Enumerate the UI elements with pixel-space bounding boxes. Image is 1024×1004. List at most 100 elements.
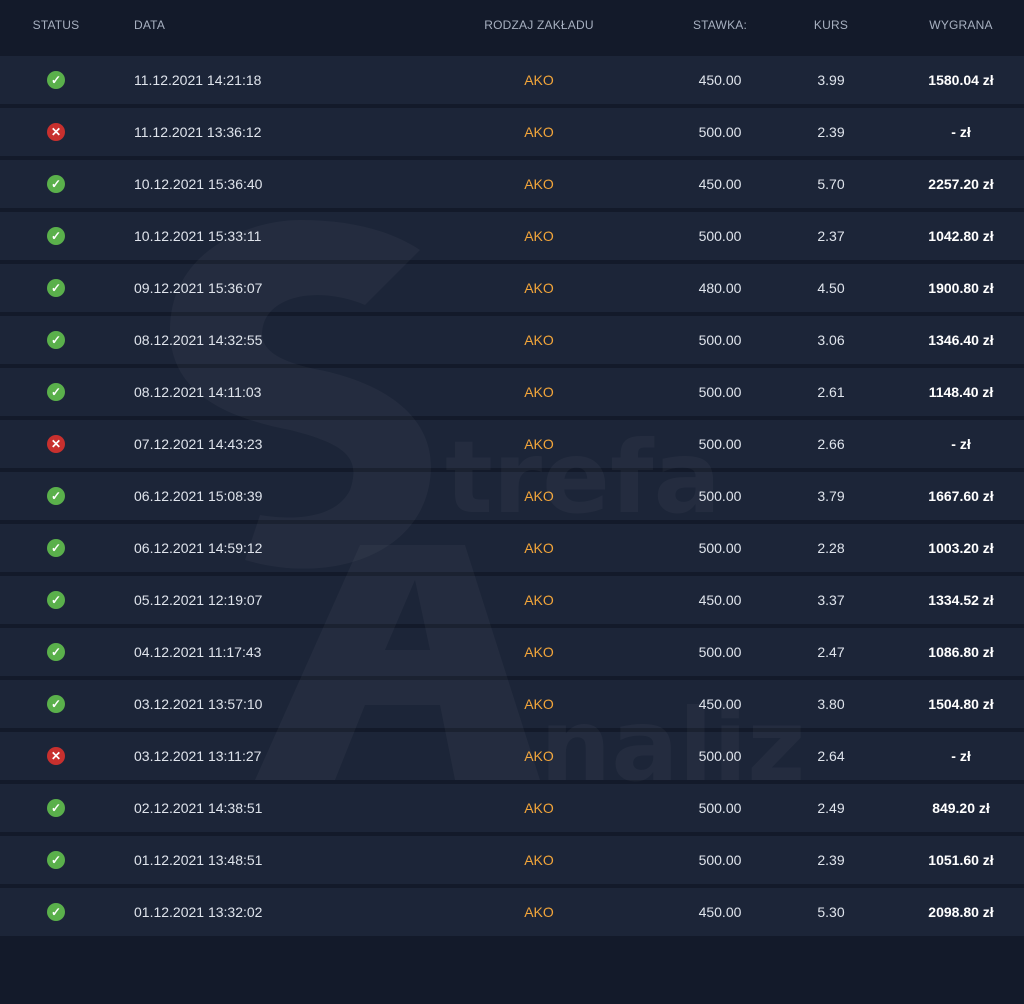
cell-winnings: 1504.80 zł	[865, 676, 1024, 728]
cell-status: ✓	[0, 312, 112, 364]
cell-winnings-value: 1086.80 zł	[928, 644, 994, 660]
cell-winnings: 1051.60 zł	[865, 832, 1024, 884]
cell-status: ✓	[0, 468, 112, 520]
cell-odds: 2.39	[797, 104, 865, 156]
cell-winnings: 1580.04 zł	[865, 52, 1024, 104]
cell-status: ✓	[0, 364, 112, 416]
check-circle-icon: ✓	[47, 331, 65, 349]
cell-date-value: 02.12.2021 14:38:51	[134, 800, 263, 816]
cell-bet-type: AKO	[435, 520, 643, 572]
table-row[interactable]: ✓ 02.12.2021 14:38:51 AKO 500.00 2.49 849.20 …	[0, 780, 1024, 832]
cell-stake: 450.00	[643, 676, 797, 728]
check-circle-icon: ✓	[47, 487, 65, 505]
x-circle-icon: ✕	[47, 123, 65, 141]
cell-stake-value: 500.00	[698, 384, 742, 400]
cell-bet-type: AKO	[435, 468, 643, 520]
table-row[interactable]: ✓ 01.12.2021 13:32:02 AKO 450.00 5.30 2098.80…	[0, 884, 1024, 936]
table-row[interactable]: ✕ 07.12.2021 14:43:23 AKO 500.00 2.66 - zł	[0, 416, 1024, 468]
x-circle-icon: ✕	[47, 435, 65, 453]
cell-bet-type: AKO	[435, 572, 643, 624]
cell-stake-value: 500.00	[698, 488, 742, 504]
check-circle-icon: ✓	[47, 643, 65, 661]
cell-stake: 500.00	[643, 364, 797, 416]
check-circle-icon: ✓	[47, 695, 65, 713]
cell-stake: 500.00	[643, 416, 797, 468]
table-row[interactable]: ✕ 03.12.2021 13:11:27 AKO 500.00 2.64 - zł	[0, 728, 1024, 780]
cell-winnings-value: 1900.80 zł	[928, 280, 994, 296]
cell-winnings-value: 1003.20 zł	[928, 540, 994, 556]
cell-date-value: 06.12.2021 15:08:39	[134, 488, 263, 504]
cell-winnings: 1900.80 zł	[865, 260, 1024, 312]
cell-stake: 450.00	[643, 884, 797, 936]
x-circle-icon: ✕	[47, 747, 65, 765]
cell-date-value: 08.12.2021 14:32:55	[134, 332, 263, 348]
table-row[interactable]: ✓ 11.12.2021 14:21:18 AKO 450.00 3.99 1580.04…	[0, 52, 1024, 104]
cell-odds-value: 2.47	[817, 644, 845, 660]
cell-date-value: 09.12.2021 15:36:07	[134, 280, 263, 296]
cell-odds-value: 2.64	[817, 748, 845, 764]
table-row[interactable]: ✓ 04.12.2021 11:17:43 AKO 500.00 2.47 1086.80…	[0, 624, 1024, 676]
table-row[interactable]: ✓ 10.12.2021 15:36:40 AKO 450.00 5.70 2257.20…	[0, 156, 1024, 208]
cell-date-value: 10.12.2021 15:33:11	[134, 228, 262, 244]
cell-bet-type: AKO	[435, 156, 643, 208]
cell-odds: 3.37	[797, 572, 865, 624]
cell-date: 08.12.2021 14:11:03	[112, 364, 435, 416]
check-circle-icon: ✓	[47, 227, 65, 245]
table-row[interactable]: ✕ 11.12.2021 13:36:12 AKO 500.00 2.39 - zł	[0, 104, 1024, 156]
cell-bet-type: AKO	[435, 312, 643, 364]
table-row[interactable]: ✓ 08.12.2021 14:32:55 AKO 500.00 3.06 1346.40…	[0, 312, 1024, 364]
table-row[interactable]: ✓ 09.12.2021 15:36:07 AKO 480.00 4.50 1900.80…	[0, 260, 1024, 312]
header-winnings: WYGRANA	[929, 18, 993, 32]
cell-stake: 500.00	[643, 104, 797, 156]
cell-bet-type: AKO	[435, 780, 643, 832]
cell-winnings: - zł	[865, 728, 1024, 780]
cell-winnings-value: 1051.60 zł	[928, 852, 994, 868]
cell-bet-type-value: AKO	[524, 800, 554, 816]
cell-stake-value: 450.00	[698, 592, 742, 608]
cell-status: ✕	[0, 416, 112, 468]
table-row[interactable]: ✓ 05.12.2021 12:19:07 AKO 450.00 3.37 1334.52…	[0, 572, 1024, 624]
cell-winnings-value: 1667.60 zł	[928, 488, 994, 504]
check-circle-icon: ✓	[47, 903, 65, 921]
cell-date: 05.12.2021 12:19:07	[112, 572, 435, 624]
cell-stake-value: 500.00	[698, 540, 742, 556]
cell-winnings-value: 1334.52 zł	[928, 592, 994, 608]
cell-winnings: 1086.80 zł	[865, 624, 1024, 676]
cell-stake-value: 500.00	[698, 332, 742, 348]
check-circle-icon: ✓	[47, 539, 65, 557]
table-body: ✓ 11.12.2021 14:21:18 AKO 450.00 3.99 1580.04…	[0, 52, 1024, 936]
cell-odds-value: 3.06	[817, 332, 845, 348]
cell-bet-type-value: AKO	[524, 384, 554, 400]
cell-date-value: 06.12.2021 14:59:12	[134, 540, 263, 556]
cell-status: ✓	[0, 624, 112, 676]
table-row[interactable]: ✓ 08.12.2021 14:11:03 AKO 500.00 2.61 1148.40…	[0, 364, 1024, 416]
cell-winnings-value: 1148.40 zł	[928, 384, 994, 400]
cell-odds-value: 2.39	[817, 852, 845, 868]
table-row[interactable]: ✓ 06.12.2021 15:08:39 AKO 500.00 3.79 1667.60…	[0, 468, 1024, 520]
cell-date: 06.12.2021 14:59:12	[112, 520, 435, 572]
cell-winnings-value: 1042.80 zł	[928, 228, 994, 244]
cell-stake-value: 450.00	[698, 696, 742, 712]
table-row[interactable]: ✓ 10.12.2021 15:33:11 AKO 500.00 2.37 1042.80…	[0, 208, 1024, 260]
cell-stake-value: 500.00	[698, 228, 742, 244]
cell-winnings-value: 2098.80 zł	[928, 904, 994, 920]
cell-date: 11.12.2021 14:21:18	[112, 52, 435, 104]
table-row[interactable]: ✓ 06.12.2021 14:59:12 AKO 500.00 2.28 1003.20…	[0, 520, 1024, 572]
table-row[interactable]: ✓ 03.12.2021 13:57:10 AKO 450.00 3.80 1504.80…	[0, 676, 1024, 728]
cell-date-value: 03.12.2021 13:11:27	[134, 748, 262, 764]
cell-bet-type: AKO	[435, 52, 643, 104]
cell-bet-type-value: AKO	[524, 332, 554, 348]
cell-status: ✕	[0, 728, 112, 780]
cell-odds-value: 3.99	[817, 72, 845, 88]
cell-bet-type-value: AKO	[524, 176, 554, 192]
cell-bet-type-value: AKO	[524, 124, 554, 140]
cell-date-value: 01.12.2021 13:48:51	[134, 852, 263, 868]
cell-date: 07.12.2021 14:43:23	[112, 416, 435, 468]
cell-winnings: 2098.80 zł	[865, 884, 1024, 936]
header-bet-type: RODZAJ ZAKŁADU	[484, 18, 594, 32]
cell-stake: 450.00	[643, 52, 797, 104]
cell-bet-type-value: AKO	[524, 644, 554, 660]
cell-date-value: 03.12.2021 13:57:10	[134, 696, 263, 712]
cell-winnings: 1148.40 zł	[865, 364, 1024, 416]
table-row[interactable]: ✓ 01.12.2021 13:48:51 AKO 500.00 2.39 1051.60…	[0, 832, 1024, 884]
